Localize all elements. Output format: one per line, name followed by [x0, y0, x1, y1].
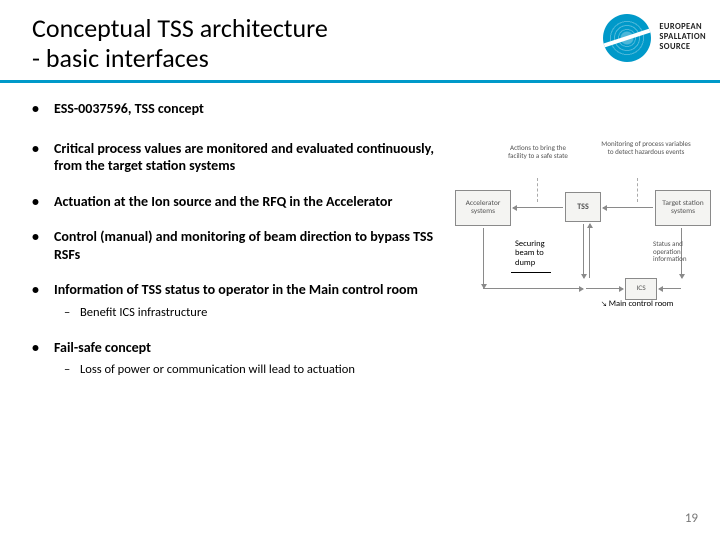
arrow-accel-across	[483, 288, 583, 289]
bullet-2-text: Critical process values are monitored an…	[54, 140, 434, 175]
box-target: Target station systems	[655, 190, 711, 226]
box-accelerator: Accelerator systems	[455, 190, 511, 226]
bullet-1-text: ESS-0037596, TSS concept	[54, 100, 204, 117]
bullet-5: Information of TSS status to operator in…	[32, 281, 442, 321]
arrow-accel-down	[483, 228, 484, 288]
arrow-tss-ics-up	[589, 224, 590, 278]
label-actions: Actions to bring the facility to a safe …	[503, 144, 573, 159]
arrow-target-to-ics	[659, 288, 681, 289]
header: Conceptual TSS architecture - basic inte…	[0, 0, 720, 78]
box-accelerator-label: Accelerator systems	[459, 200, 507, 217]
bullet-5-sub-1-text: Benefit ICS infrastructure	[80, 305, 207, 320]
box-tss-label: TSS	[577, 203, 588, 212]
label-status: Status and operation information	[653, 240, 711, 263]
logo-text-l3: SOURCE	[659, 43, 706, 53]
bullet-4: Control (manual) and monitoring of beam …	[32, 228, 442, 263]
bullet-6: Fail-safe concept Loss of power or commu…	[32, 339, 442, 379]
annotation-securing-beam-text: Securing beam to dump	[515, 239, 545, 268]
box-tss: TSS	[565, 192, 601, 222]
box-target-label: Target station systems	[659, 200, 707, 217]
bullet-5-sub-1: Benefit ICS infrastructure	[54, 305, 442, 321]
annotation-secure-line	[511, 272, 551, 273]
box-ics: ICS	[625, 278, 657, 300]
label-monitor: Monitoring of process variables to detec…	[601, 140, 691, 155]
page-number: 19	[685, 511, 698, 526]
body-text: ESS-0037596, TSS concept Critical proces…	[32, 100, 442, 397]
label-connector-2	[637, 178, 638, 202]
bullet-6-sub-1-text: Loss of power or communication will lead…	[80, 362, 355, 377]
annotation-mcr: ↘ Main control room	[601, 300, 691, 309]
bullet-6-sub: Loss of power or communication will lead…	[54, 362, 442, 378]
arrow-tss-ics-down	[583, 224, 584, 278]
bullet-6-sub-1: Loss of power or communication will lead…	[54, 362, 442, 378]
arrow-target-to-tss	[603, 207, 653, 208]
title-line-1: Conceptual TSS architecture	[32, 12, 328, 44]
label-connector-1	[537, 178, 538, 202]
annotation-securing-beam: Securing beam to dump	[515, 240, 565, 268]
bullet-3-text: Actuation at the Ion source and the RFQ …	[54, 193, 392, 210]
bullet-3: Actuation at the Ion source and the RFQ …	[32, 193, 442, 211]
slide-title: Conceptual TSS architecture - basic inte…	[32, 14, 328, 74]
architecture-diagram: Accelerator systems TSS Target station s…	[455, 140, 711, 380]
box-ics-label: ICS	[636, 285, 645, 293]
bullet-6-text: Fail-safe concept	[54, 339, 151, 356]
title-line-2: - basic interfaces	[32, 42, 209, 74]
annotation-mcr-text: Main control room	[609, 299, 674, 309]
bullet-1: ESS-0037596, TSS concept	[32, 100, 442, 118]
ess-logo-text: EUROPEAN SPALLATION SOURCE	[659, 23, 706, 52]
bullet-4-text: Control (manual) and monitoring of beam …	[54, 228, 433, 263]
ess-logo-icon	[603, 14, 651, 62]
bullet-list: ESS-0037596, TSS concept Critical proces…	[32, 100, 442, 379]
ess-logo: EUROPEAN SPALLATION SOURCE	[603, 14, 706, 62]
bullet-5-sub: Benefit ICS infrastructure	[54, 305, 442, 321]
bullet-5-text: Information of TSS status to operator in…	[54, 281, 418, 298]
slide: Conceptual TSS architecture - basic inte…	[0, 0, 720, 540]
title-underline	[0, 80, 720, 83]
arrow-to-ics	[586, 288, 623, 289]
bullet-2: Critical process values are monitored an…	[32, 140, 442, 175]
arrow-tss-to-accel	[513, 207, 563, 208]
